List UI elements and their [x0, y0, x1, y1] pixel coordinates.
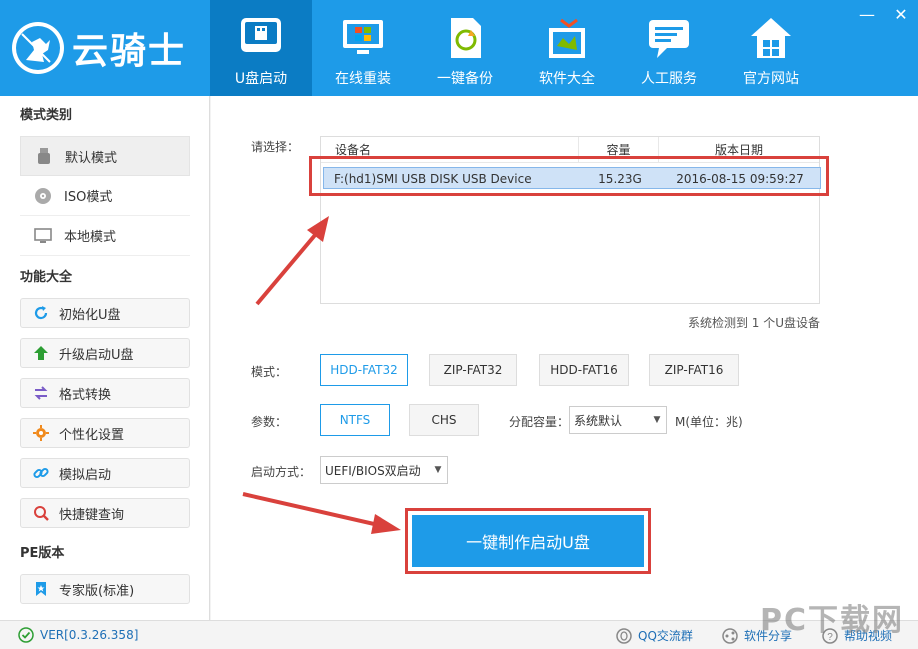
monitor-icon — [34, 227, 52, 243]
sidebar-item-format-convert[interactable]: 格式转换 — [20, 378, 190, 408]
sidebar-item-iso-mode[interactable]: ISO模式 — [20, 176, 190, 216]
pe-section-title: PE版本 — [20, 546, 65, 561]
sidebar-item-label: 升级启动U盘 — [59, 347, 134, 363]
sidebar: 模式类别 默认模式 ISO模式 本地模式 功能大全 初始化U盘 升级启动U盘 格… — [0, 96, 210, 620]
sidebar-item-local-mode[interactable]: 本地模式 — [20, 216, 190, 256]
boot-mode-value: UEFI/BIOS双启动 — [325, 463, 421, 478]
sidebar-item-upgrade-usb[interactable]: 升级启动U盘 — [20, 338, 190, 368]
select-label: 请选择： — [251, 140, 300, 154]
param-chs-button[interactable]: CHS — [409, 404, 479, 436]
nav-manual-service[interactable]: 人工服务 — [618, 0, 720, 96]
sidebar-item-label: 初始化U盘 — [59, 307, 121, 323]
monitor-windows-icon — [343, 20, 383, 54]
alloc-unit: M(单位：兆) — [675, 415, 743, 429]
window-controls: — ✕ — [858, 6, 910, 24]
sidebar-item-pe-expert[interactable]: 专家版(标准) — [20, 574, 190, 604]
alloc-capacity-select[interactable]: 系统默认 ▼ — [569, 406, 667, 434]
chat-icon — [649, 20, 689, 58]
bookmark-icon — [36, 582, 46, 596]
close-button[interactable]: ✕ — [892, 6, 910, 24]
sidebar-item-personalize[interactable]: 个性化设置 — [20, 418, 190, 448]
swap-icon — [34, 386, 48, 400]
qq-group-link[interactable]: QQ交流群 — [616, 627, 693, 644]
header-bar: 云骑士 U盘启动 在线重装 一键备份 软件大全 人工服务 官方网站 — ✕ — [0, 0, 918, 96]
knight-logo-icon — [12, 22, 64, 74]
share-link[interactable]: 软件分享 — [722, 627, 792, 644]
help-video-link[interactable]: ? 帮助视频 — [822, 627, 892, 644]
param-label: 参数： — [251, 415, 288, 429]
mode-zip-fat32-button[interactable]: ZIP-FAT32 — [429, 354, 517, 386]
check-circle-icon — [18, 627, 34, 643]
app-name: 云骑士 — [72, 30, 187, 72]
logo: 云骑士 — [0, 0, 210, 96]
sidebar-item-hotkey-query[interactable]: 快捷键查询 — [20, 498, 190, 528]
sidebar-item-simulate-boot[interactable]: 模拟启动 — [20, 458, 190, 488]
disc-icon — [35, 187, 51, 204]
link-icon — [33, 467, 49, 479]
mode-section-title: 模式类别 — [20, 108, 73, 123]
sidebar-item-default-mode[interactable]: 默认模式 — [20, 136, 190, 176]
mode-hdd-fat16-button[interactable]: HDD-FAT16 — [539, 354, 629, 386]
make-button-highlight-annotation: 一键制作启动U盘 — [405, 508, 651, 574]
software-box-icon — [549, 18, 585, 58]
backup-icon — [451, 18, 481, 58]
usb-drive-icon — [38, 148, 50, 164]
sidebar-item-label: 默认模式 — [65, 150, 118, 166]
sidebar-item-label: 专家版(标准) — [59, 583, 135, 599]
func-section-title: 功能大全 — [20, 270, 73, 285]
nav-usb-boot[interactable]: U盘启动 — [210, 0, 312, 96]
arrow-up-icon — [34, 346, 48, 360]
mode-label: 模式： — [251, 365, 288, 379]
nav-one-key-backup[interactable]: 一键备份 — [414, 0, 516, 96]
usb-icon — [241, 18, 281, 52]
search-icon — [34, 506, 49, 521]
chevron-down-icon: ▼ — [653, 415, 661, 425]
version-text: VER[0.3.26.358] — [40, 628, 139, 642]
param-ntfs-button[interactable]: NTFS — [320, 404, 390, 436]
sidebar-item-init-usb[interactable]: 初始化U盘 — [20, 298, 190, 328]
main-panel: 请选择： 设备名 容量 版本日期 F:(hd1)SMI USB DISK USB… — [211, 96, 918, 620]
annotation-arrow-icon — [242, 492, 401, 534]
boot-mode-select[interactable]: UEFI/BIOS双启动 ▼ — [320, 456, 448, 484]
sidebar-item-label: 个性化设置 — [59, 427, 125, 443]
mode-hdd-fat32-button[interactable]: HDD-FAT32 — [320, 354, 408, 386]
help-icon: ? — [822, 627, 838, 644]
alloc-capacity-value: 系统默认 — [574, 413, 623, 428]
sidebar-item-label: 本地模式 — [64, 230, 117, 245]
refresh-icon — [34, 306, 48, 320]
top-nav: U盘启动 在线重装 一键备份 软件大全 人工服务 官方网站 — [210, 0, 822, 96]
mode-zip-fat16-button[interactable]: ZIP-FAT16 — [649, 354, 739, 386]
version-info: VER[0.3.26.358] — [18, 627, 138, 643]
sidebar-item-label: 格式转换 — [59, 387, 112, 403]
nav-software[interactable]: 软件大全 — [516, 0, 618, 96]
sidebar-item-label: ISO模式 — [64, 190, 113, 205]
alloc-label: 分配容量： — [509, 415, 570, 429]
device-highlight-annotation — [309, 156, 829, 196]
gear-icon — [33, 425, 49, 441]
minimize-button[interactable]: — — [858, 6, 876, 24]
annotation-arrow-icon — [255, 216, 329, 306]
svg-text:?: ? — [827, 632, 833, 643]
nav-official-site[interactable]: 官方网站 — [720, 0, 822, 96]
share-icon — [722, 627, 738, 644]
qq-icon — [616, 627, 632, 644]
make-boot-usb-button[interactable]: 一键制作启动U盘 — [412, 515, 644, 567]
nav-online-reinstall[interactable]: 在线重装 — [312, 0, 414, 96]
chevron-down-icon: ▼ — [434, 465, 442, 475]
home-icon — [751, 18, 791, 58]
sidebar-item-label: 模拟启动 — [59, 467, 112, 483]
detected-status: 系统检测到 1 个U盘设备 — [687, 316, 820, 330]
boot-label: 启动方式： — [251, 465, 312, 479]
footer-bar: VER[0.3.26.358] QQ交流群 软件分享 ? 帮助视频 — [0, 620, 918, 649]
sidebar-item-label: 快捷键查询 — [59, 507, 125, 523]
